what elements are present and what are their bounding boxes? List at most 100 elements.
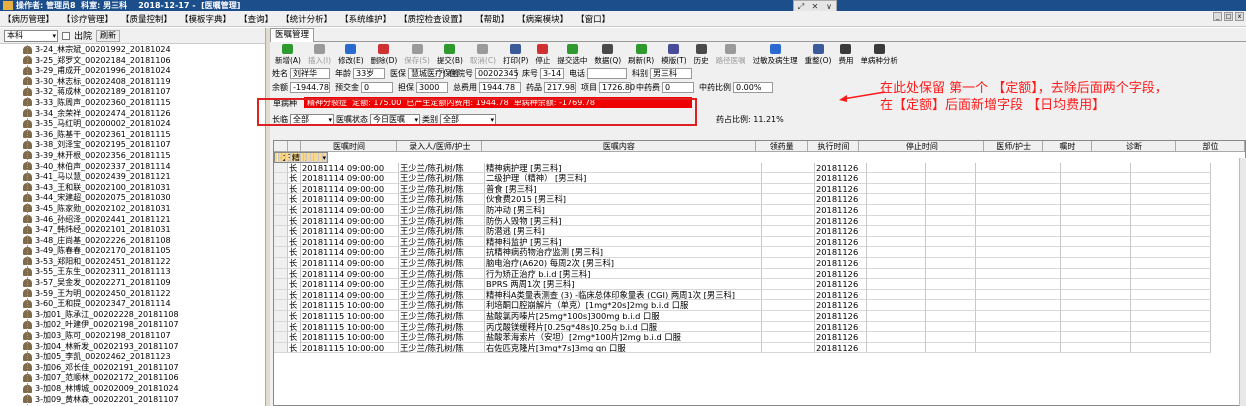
table-row[interactable]: 长 20181114 09:00:00 王少兰/陈孔树/陈 防潜逃 [男三科] 2018… (274, 226, 1245, 237)
patient-name[interactable]: 3-47_韩炜经_00202101_20181031 (35, 225, 171, 234)
close-icon[interactable]: x (1235, 12, 1244, 21)
menu-item[interactable]: 【系统维护】 (337, 13, 394, 25)
toolbar-button[interactable]: 路径医嘱 (713, 44, 749, 66)
table-row[interactable]: 长 20181114 09:00:00 王少兰/陈孔树/陈 BPRS 两周1次 [男三… (274, 279, 1245, 290)
toolbar-button[interactable]: 单病种分析 (857, 44, 901, 66)
column-header[interactable]: 医嘱内容 (482, 141, 756, 152)
patient-name[interactable]: 3-44_宋建超_00202075_20181030 (35, 193, 171, 202)
patient-tree-item[interactable]: 3-47_韩炜经_00202101_20181031 (0, 225, 266, 236)
patient-tree-item[interactable]: 3-49_陈春春_00202170_20181105 (0, 246, 266, 257)
patient-tree-item[interactable]: 3-48_庄尚基_00202226_20181108 (0, 235, 266, 247)
patient-tree-item[interactable]: 3-44_宋建超_00202075_20181030 (0, 193, 266, 204)
patient-name[interactable]: 3-48_庄尚基_00202226_20181108 (35, 236, 171, 245)
column-header[interactable] (274, 141, 288, 152)
toolbar-button[interactable]: 修改(E) (335, 44, 367, 66)
toolbar-button[interactable]: 保存(S) (401, 44, 433, 66)
table-row[interactable]: 长 20181114 09:00:00 王少兰/陈孔树/陈 抗精神病药物治疗监测 [男… (274, 247, 1245, 258)
table-row[interactable]: 长 20181114 09:00:00 王少兰/陈孔树/陈 精神科A类量表测查 (3)… (274, 289, 1245, 301)
patient-tree-item[interactable]: 3-33_陈周声_00202360_20181115 (0, 97, 266, 109)
toolbar-button[interactable]: 提交(B) (434, 44, 466, 66)
menu-item[interactable]: 【查询】 (236, 13, 276, 25)
table-row[interactable]: 长 20181115 10:00:00 王少兰/陈孔树/陈 盐酸苯海索片（安坦）[2m… (274, 332, 1245, 343)
toolbar-button[interactable]: 提交选中 (554, 44, 590, 66)
menu-item[interactable]: 【统计分析】 (278, 13, 335, 25)
patient-tree-item[interactable]: 3-加08_林博城_00202009_20181024 (0, 384, 266, 395)
patient-name[interactable]: 3-加07_范顺林_00202172_20181106 (35, 373, 179, 382)
column-header[interactable]: 医师/护士 (984, 141, 1043, 152)
patient-tree-item[interactable]: 3-加09_黄林森_00202201_20181107 (0, 394, 266, 406)
minimize-icon[interactable]: _ (1213, 12, 1222, 21)
patient-name[interactable]: 3-35_马红明_00200002_20181024 (35, 119, 171, 128)
menu-item[interactable]: 【质量控制】 (118, 13, 175, 25)
patient-tree-item[interactable]: 3-60_王和提_00202347_20181114 (0, 299, 266, 310)
patient-tree-item[interactable]: 3-39_林开根_00202356_20181115 (0, 150, 266, 162)
toolbar-button[interactable]: 过敏及病生理 (750, 44, 801, 66)
patient-tree-item[interactable]: 3-加02_叶建伊_00202198_20181107 (0, 320, 266, 332)
toolbar-button[interactable]: 插入(I) (305, 44, 334, 66)
patient-tree-item[interactable]: 3-38_刘泽宝_00202195_20181107 (0, 140, 266, 151)
patient-name[interactable]: 3-40_林伯声_00202337_20181114 (35, 162, 171, 171)
refresh-button[interactable]: 刷新 (96, 29, 121, 42)
patient-tree-item[interactable]: 3-加07_范顺林_00202172_20181106 (0, 373, 266, 384)
column-header[interactable]: 诊断 (1092, 141, 1176, 152)
patient-name[interactable]: 3-53_郑阳和_00202451_20181122 (35, 257, 171, 266)
patient-name[interactable]: 3-39_林开根_00202356_20181115 (35, 151, 171, 160)
patient-tree-item[interactable]: 3-59_王为明_00202450_20181122 (0, 288, 266, 300)
column-header[interactable]: 部位 (1175, 141, 1245, 152)
patient-tree-item[interactable]: 3-30_林志标_00202408_20181119 (0, 76, 266, 88)
column-header[interactable]: 医嘱时间 (300, 141, 398, 152)
patient-name[interactable]: 3-加03_陈可_00202198_20181107 (35, 331, 171, 340)
patient-tree-item[interactable]: 3-29_甫成开_00201996_20181024 (0, 66, 266, 77)
patient-name[interactable]: 3-加02_叶建伊_00202198_20181107 (35, 320, 179, 329)
patient-tree-item[interactable]: 3-46_孙绍泽_00202441_20181121 (0, 214, 266, 226)
patient-tree-item[interactable]: 3-43_王和联_00202100_20181031 (0, 182, 266, 194)
menu-item[interactable]: 【窗口】 (573, 13, 613, 25)
patient-name[interactable]: 3-30_林志标_00202408_20181119 (35, 77, 171, 86)
patient-name[interactable]: 3-46_孙绍泽_00202441_20181121 (35, 215, 171, 224)
maximize-icon[interactable]: □ (1224, 12, 1233, 21)
patient-name[interactable]: 3-34_余荣祥_00202474_20181126 (35, 109, 171, 118)
patient-tree-item[interactable]: 3-加04_林新发_00202193_20181107 (0, 341, 266, 353)
table-row[interactable]: 长20181114 09:00:00王少兰/陈孔树/陈精神科护理常规 [男三科]… (274, 152, 328, 163)
discharged-checkbox[interactable] (62, 31, 70, 40)
table-row[interactable]: 长 20181114 09:00:00 王少兰/陈孔树/陈 防伤人毁物 [男三科] 20… (274, 215, 1245, 227)
patient-tree-item[interactable]: 3-加03_陈可_00202198_20181107 (0, 331, 266, 342)
column-header[interactable]: 领药量 (755, 141, 808, 152)
table-row[interactable]: 长 20181114 09:00:00 王少兰/陈孔树/陈 伙食费2015 [男三科]… (274, 194, 1245, 205)
patient-tree-item[interactable]: 3-40_林伯声_00202337_20181114 (0, 161, 266, 173)
patient-name[interactable]: 3-加09_黄林森_00202201_20181107 (35, 395, 179, 404)
column-header[interactable] (287, 141, 301, 152)
toolbar-button[interactable]: 模版(T) (658, 44, 689, 66)
menu-item[interactable]: 【诊疗管理】 (59, 13, 116, 25)
menu-item[interactable]: 【模板字典】 (177, 13, 234, 25)
patient-name[interactable]: 3-60_王和提_00202347_20181114 (35, 299, 171, 308)
tab-order-management[interactable]: 医嘱管理 (270, 28, 315, 42)
table-row[interactable]: 长 20181114 09:00:00 王少兰/陈孔树/陈 脑电治疗(A620) 每周… (274, 257, 1245, 269)
patient-name[interactable]: 3-32_蒋成林_00202189_20181107 (35, 87, 171, 96)
patient-name[interactable]: 3-57_吴金发_00202271_20181109 (35, 278, 171, 287)
dept-select[interactable]: 本科 (4, 29, 58, 42)
table-row[interactable]: 长 20181115 10:00:00 王少兰/陈孔树/陈 右佐匹克隆片[3mg*7s… (274, 342, 1245, 354)
patient-tree-item[interactable]: 3-25_郑罗文_00202184_20181106 (0, 55, 266, 67)
table-row[interactable]: 长 20181114 09:00:00 王少兰/陈孔树/陈 防冲动 [男三科] 2018… (274, 204, 1245, 216)
patient-tree-item[interactable]: 3-32_蒋成林_00202189_20181107 (0, 87, 266, 98)
toolbar-button[interactable]: 打印(P) (500, 44, 531, 66)
table-row[interactable]: 长 20181115 10:00:00 王少兰/陈孔树/陈 利培酮口腔崩解片（单克）[… (274, 300, 1245, 311)
patient-name[interactable]: 3-加05_李凯_00202462_20181123 (35, 352, 171, 361)
column-header[interactable]: 录入人/医师/护士 (397, 141, 483, 152)
table-row[interactable]: 长 20181114 09:00:00 王少兰/陈孔树/陈 精神病护理 [男三科] 20… (274, 162, 1245, 174)
patient-tree-item[interactable]: 3-45_陈家勋_00202102_20181031 (0, 203, 266, 215)
patient-name[interactable]: 3-加08_林博城_00202009_20181024 (35, 384, 179, 393)
patient-name[interactable]: 3-24_林宗斌_00201992_20181024 (35, 45, 171, 54)
patient-name[interactable]: 3-49_陈春春_00202170_20181105 (35, 246, 171, 255)
patient-tree-item[interactable]: 3-36_陈基干_00202361_20181115 (0, 129, 266, 141)
grid-scrollbar[interactable] (1239, 158, 1246, 406)
toolbar-button[interactable]: 费用 (835, 44, 856, 66)
patient-tree-item[interactable]: 3-55_王东生_00202311_20181113 (0, 267, 266, 279)
menu-item[interactable]: 【病历管理】 (0, 13, 57, 25)
patient-name[interactable]: 3-36_陈基干_00202361_20181115 (35, 130, 171, 139)
toolbar-button[interactable]: 刷新(R) (625, 44, 657, 66)
patient-tree-item[interactable]: 3-57_吴金发_00202271_20181109 (0, 278, 266, 289)
patient-tree-item[interactable]: 3-24_林宗斌_00201992_20181024 (0, 45, 266, 56)
table-row[interactable]: 长 20181115 10:00:00 王少兰/陈孔树/陈 盐酸氯丙嗪片[25mg*1… (274, 310, 1245, 322)
